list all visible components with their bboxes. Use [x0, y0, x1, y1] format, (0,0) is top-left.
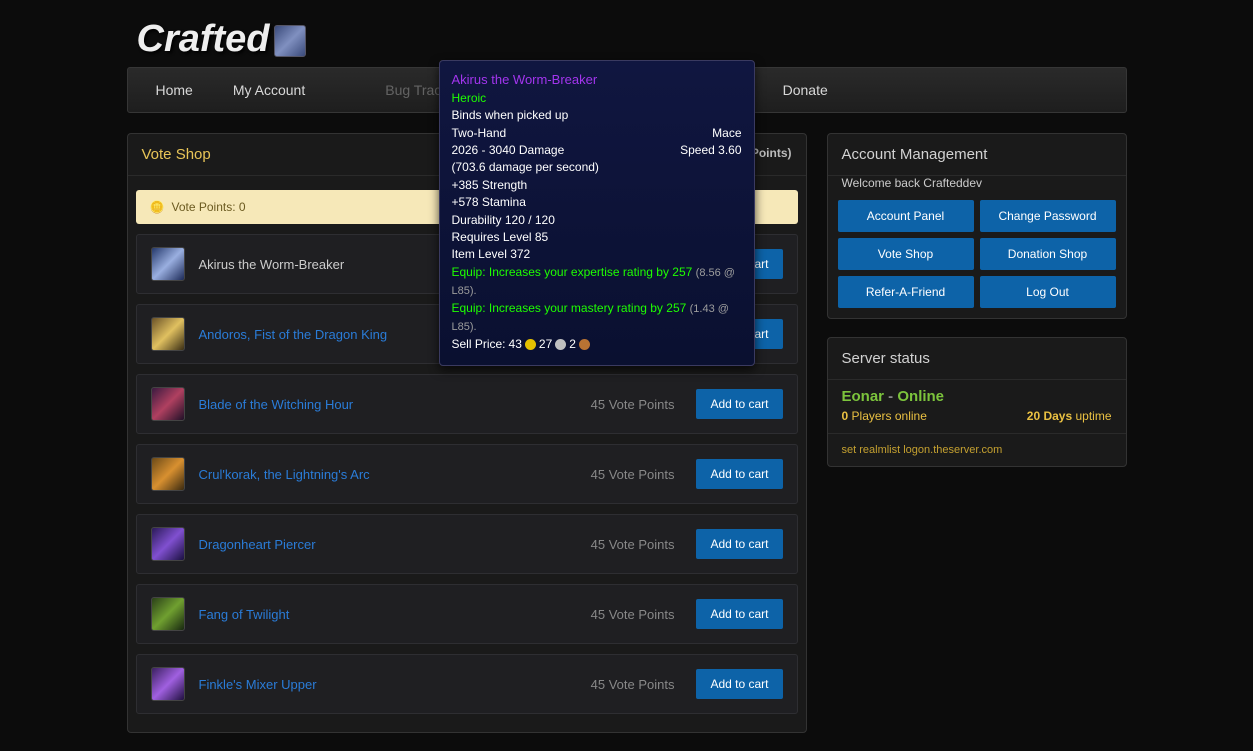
- silver-icon: [555, 339, 566, 350]
- tooltip-equip2: Equip: Increases your mastery rating by …: [452, 300, 742, 336]
- item-icon[interactable]: [151, 457, 185, 491]
- item-icon[interactable]: [151, 667, 185, 701]
- item-price: 45 Vote Points: [591, 677, 675, 692]
- account-btn-refer-a-friend[interactable]: Refer-A-Friend: [838, 276, 974, 308]
- account-btn-vote-shop[interactable]: Vote Shop: [838, 238, 974, 270]
- account-btn-log-out[interactable]: Log Out: [980, 276, 1116, 308]
- item-price: 45 Vote Points: [591, 537, 675, 552]
- item-price: 45 Vote Points: [591, 467, 675, 482]
- account-title: Account Management: [828, 134, 1126, 176]
- tooltip-dps: (703.6 damage per second): [452, 159, 742, 176]
- tooltip-heroic: Heroic: [452, 90, 742, 107]
- tooltip-ilvl: Item Level 372: [452, 246, 742, 263]
- item-tooltip: Akirus the Worm-Breaker Heroic Binds whe…: [439, 60, 755, 366]
- nav-account[interactable]: My Account: [213, 68, 325, 112]
- item-row: Finkle's Mixer Upper 45 Vote Points Add to…: [136, 654, 798, 714]
- tooltip-hand: Two-Hand: [452, 125, 507, 142]
- coin-icon: [150, 200, 164, 214]
- nav-donate[interactable]: Donate: [763, 68, 848, 112]
- item-row: Fang of Twilight 45 Vote Points Add to car…: [136, 584, 798, 644]
- players-online: 0 Players online: [842, 409, 927, 423]
- item-icon[interactable]: [151, 317, 185, 351]
- item-name-link[interactable]: Blade of the Witching Hour: [199, 397, 577, 412]
- vote-points-label: Vote Points: 0: [172, 200, 246, 214]
- tooltip-sta: +578 Stamina: [452, 194, 742, 211]
- tooltip-sell: Sell Price: 43 27 2: [452, 336, 742, 353]
- add-to-cart-button[interactable]: Add to cart: [696, 599, 782, 629]
- add-to-cart-button[interactable]: Add to cart: [696, 669, 782, 699]
- item-name-link[interactable]: Crul'korak, the Lightning's Arc: [199, 467, 577, 482]
- site-logo: Crafted: [127, 10, 1127, 67]
- tooltip-speed: Speed 3.60: [680, 142, 741, 159]
- item-name-link[interactable]: Fang of Twilight: [199, 607, 577, 622]
- account-btn-change-password[interactable]: Change Password: [980, 200, 1116, 232]
- gold-icon: [525, 339, 536, 350]
- tooltip-bind: Binds when picked up: [452, 107, 742, 124]
- nav-hidden1[interactable]: [325, 68, 365, 112]
- nav-home[interactable]: Home: [136, 68, 213, 112]
- add-to-cart-button[interactable]: Add to cart: [696, 529, 782, 559]
- item-icon[interactable]: [151, 597, 185, 631]
- account-panel: Account Management Welcome back Craftedd…: [827, 133, 1127, 319]
- tooltip-equip1: Equip: Increases your expertise rating b…: [452, 264, 742, 300]
- tooltip-req: Requires Level 85: [452, 229, 742, 246]
- item-row: Crul'korak, the Lightning's Arc 45 Vote P…: [136, 444, 798, 504]
- tooltip-item-name: Akirus the Worm-Breaker: [452, 71, 742, 90]
- item-icon[interactable]: [151, 247, 185, 281]
- realmlist-text: set realmlist logon.theserver.com: [828, 433, 1126, 466]
- account-btn-account-panel[interactable]: Account Panel: [838, 200, 974, 232]
- item-price: 45 Vote Points: [591, 397, 675, 412]
- tooltip-dur: Durability 120 / 120: [452, 212, 742, 229]
- tooltip-dmg: 2026 - 3040 Damage: [452, 142, 565, 159]
- item-row: Blade of the Witching Hour 45 Vote Points…: [136, 374, 798, 434]
- account-btn-donation-shop[interactable]: Donation Shop: [980, 238, 1116, 270]
- server-uptime: 20 Days uptime: [1027, 409, 1112, 423]
- tooltip-str: +385 Strength: [452, 177, 742, 194]
- item-name-link[interactable]: Dragonheart Piercer: [199, 537, 577, 552]
- item-name-link[interactable]: Finkle's Mixer Upper: [199, 677, 577, 692]
- copper-icon: [579, 339, 590, 350]
- item-icon[interactable]: [151, 527, 185, 561]
- add-to-cart-button[interactable]: Add to cart: [696, 459, 782, 489]
- server-name: Eonar - Online: [828, 380, 1126, 409]
- logo-icon: [274, 25, 306, 57]
- item-price: 45 Vote Points: [591, 607, 675, 622]
- item-icon[interactable]: [151, 387, 185, 421]
- item-row: Dragonheart Piercer 45 Vote Points Add to …: [136, 514, 798, 574]
- server-title: Server status: [828, 338, 1126, 380]
- tooltip-type: Mace: [712, 125, 741, 142]
- add-to-cart-button[interactable]: Add to cart: [696, 389, 782, 419]
- server-panel: Server status Eonar - Online 0 Players o…: [827, 337, 1127, 467]
- welcome-text: Welcome back Crafteddev: [828, 176, 1126, 200]
